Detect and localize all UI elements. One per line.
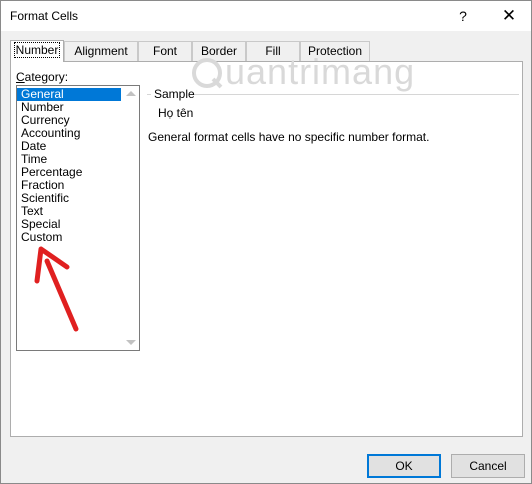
sample-value: Họ tên	[158, 106, 194, 120]
help-button[interactable]: ?	[445, 1, 481, 31]
title-bar: Format Cells ? ✕	[1, 1, 531, 31]
cancel-button[interactable]: Cancel	[451, 454, 525, 478]
scroll-up-icon[interactable]	[126, 91, 136, 96]
category-scrollbar[interactable]	[123, 86, 139, 350]
category-label: Category:	[16, 70, 68, 84]
tab-alignment[interactable]: Alignment	[64, 41, 138, 61]
dialog-title: Format Cells	[10, 9, 79, 23]
category-label-text: ategory:	[24, 70, 69, 84]
tab-number-label: Number	[13, 42, 61, 58]
format-cells-dialog: Format Cells ? ✕ Number Alignment Font B…	[0, 0, 532, 484]
sample-group	[147, 94, 519, 125]
scroll-down-icon[interactable]	[126, 340, 136, 345]
sample-label: Sample	[154, 87, 195, 101]
watermark-logo-icon	[192, 58, 223, 89]
annotation-arrow-icon	[34, 246, 79, 332]
ok-button[interactable]: OK	[367, 454, 441, 478]
tab-number[interactable]: Number	[10, 40, 64, 62]
category-items: General Number Currency Accounting Date …	[17, 88, 121, 244]
category-label-accelerator: C	[16, 70, 25, 84]
close-button[interactable]: ✕	[491, 1, 527, 31]
format-description: General format cells have no specific nu…	[148, 130, 430, 144]
watermark-text: uantrimang	[225, 51, 416, 92]
tab-font[interactable]: Font	[138, 41, 192, 61]
